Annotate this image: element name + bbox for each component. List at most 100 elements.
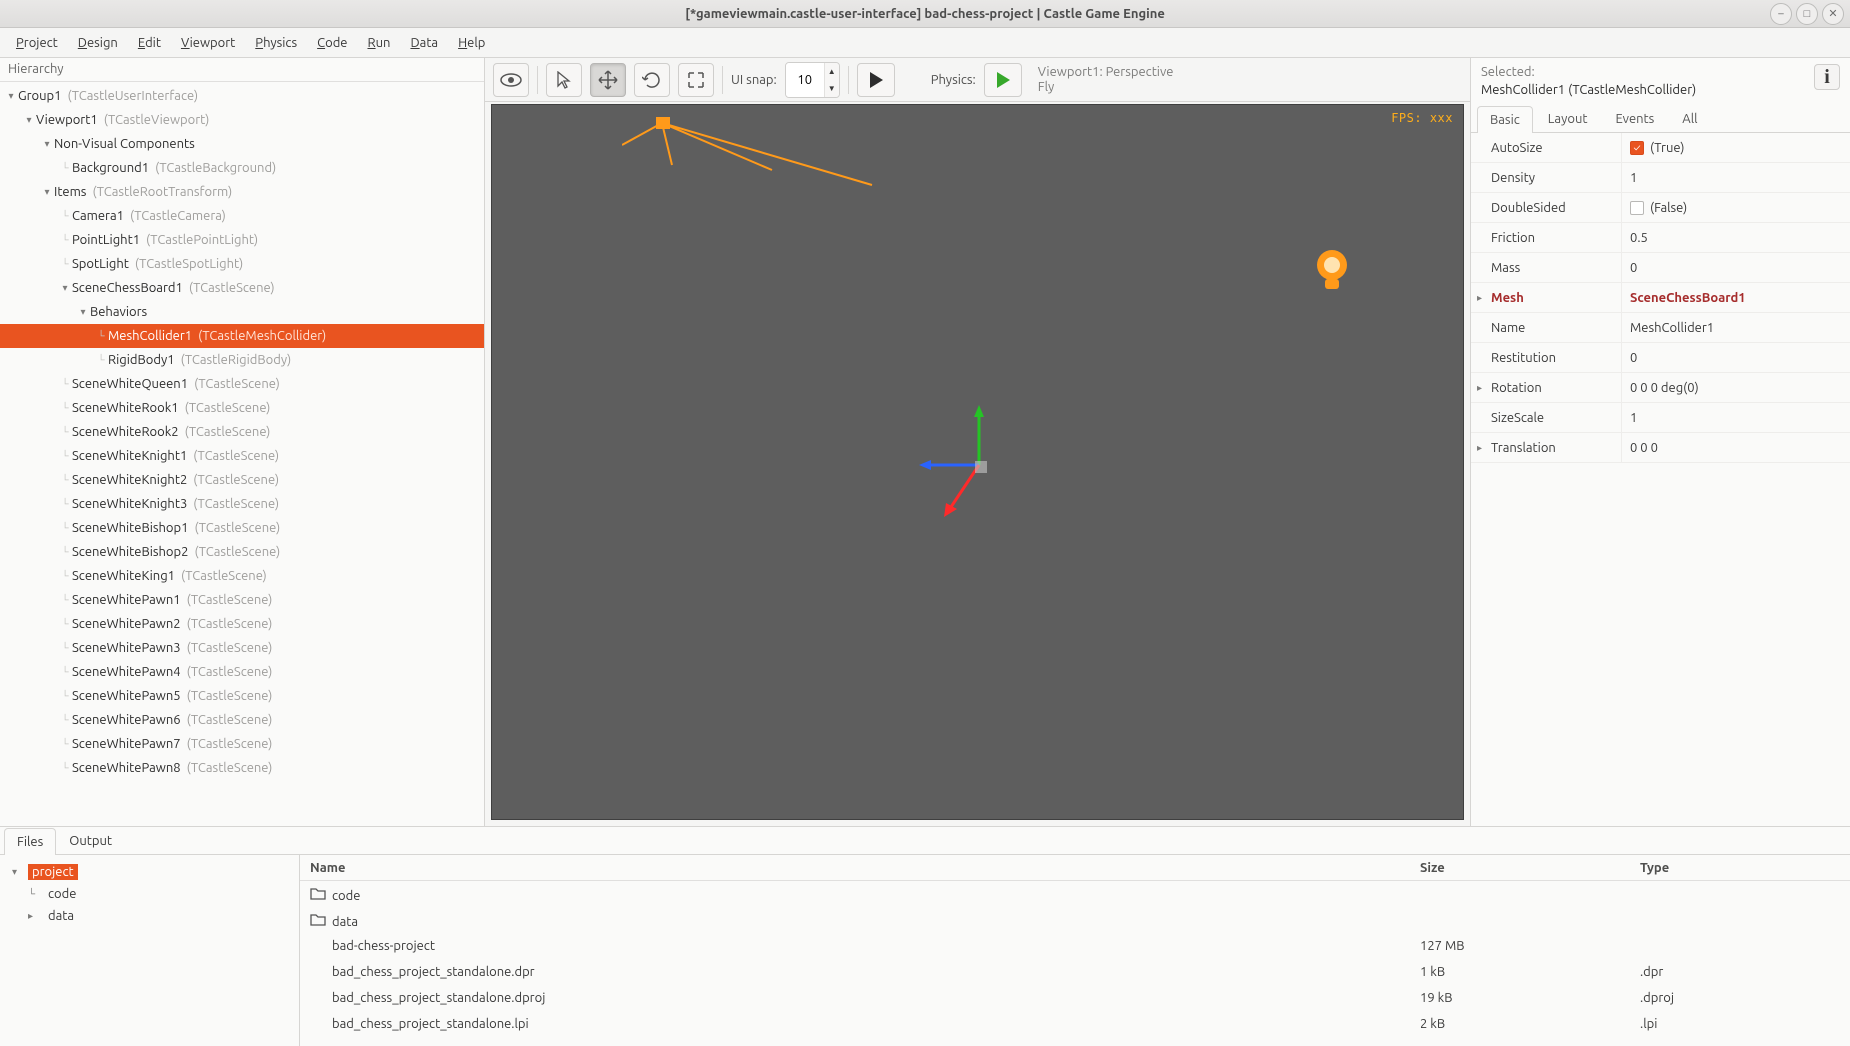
inspector-tab-layout[interactable]: Layout bbox=[1535, 105, 1601, 132]
tree-node-scenewhitequeen1[interactable]: └SceneWhiteQueen1(TCastleScene) bbox=[0, 372, 484, 396]
ui-snap-down[interactable]: ▼ bbox=[825, 80, 839, 97]
prop-autosize[interactable]: AutoSize✓(True) bbox=[1471, 133, 1850, 163]
tree-node-meshcollider1[interactable]: └MeshCollider1(TCastleMeshCollider) bbox=[0, 324, 484, 348]
prop-doublesided[interactable]: DoubleSided(False) bbox=[1471, 193, 1850, 223]
transform-gizmo-icon[interactable] bbox=[919, 405, 1039, 525]
bottom-tab-output[interactable]: Output bbox=[56, 827, 125, 854]
file-row-bad-chess-project-standalone-dproj[interactable]: bad_chess_project_standalone.dproj19 kB.… bbox=[300, 985, 1850, 1011]
prop-sizescale[interactable]: SizeScale1 bbox=[1471, 403, 1850, 433]
prop-rotation[interactable]: ▸Rotation0 0 0 deg(0) bbox=[1471, 373, 1850, 403]
prop-density[interactable]: Density1 bbox=[1471, 163, 1850, 193]
tree-toggle-icon[interactable]: ▾ bbox=[40, 138, 54, 150]
tree-node-viewport1[interactable]: ▾Viewport1(TCastleViewport) bbox=[0, 108, 484, 132]
ui-snap-up[interactable]: ▲ bbox=[825, 63, 839, 80]
tree-node-scenewhiteknight3[interactable]: └SceneWhiteKnight3(TCastleScene) bbox=[0, 492, 484, 516]
viewport-3d[interactable]: FPS: xxx bbox=[491, 104, 1464, 820]
move-tool-button[interactable] bbox=[590, 63, 626, 97]
folder-node-project[interactable]: ▾project bbox=[8, 861, 291, 883]
play-button[interactable] bbox=[857, 63, 895, 97]
tree-toggle-icon[interactable]: ▾ bbox=[4, 90, 18, 102]
menu-data[interactable]: Data bbox=[400, 28, 448, 57]
file-header-size[interactable]: Size bbox=[1410, 861, 1630, 875]
tree-node-scenewhitepawn3[interactable]: └SceneWhitePawn3(TCastleScene) bbox=[0, 636, 484, 660]
scale-tool-button[interactable] bbox=[678, 63, 714, 97]
tree-node-scenewhitepawn7[interactable]: └SceneWhitePawn7(TCastleScene) bbox=[0, 732, 484, 756]
visibility-toggle-button[interactable] bbox=[493, 63, 529, 97]
menu-run[interactable]: Run bbox=[357, 28, 400, 57]
tree-toggle-icon[interactable]: ▾ bbox=[58, 282, 72, 294]
bottom-tab-files[interactable]: Files bbox=[4, 828, 56, 855]
tree-node-background1[interactable]: └Background1(TCastleBackground) bbox=[0, 156, 484, 180]
tree-node-items[interactable]: ▾Items(TCastleRootTransform) bbox=[0, 180, 484, 204]
minimize-button[interactable]: – bbox=[1770, 3, 1792, 25]
tree-node-non-visual components[interactable]: ▾Non-Visual Components bbox=[0, 132, 484, 156]
ui-snap-field[interactable]: ▲▼ bbox=[785, 62, 840, 98]
menubar: ProjectDesignEditViewportPhysicsCodeRunD… bbox=[0, 28, 1850, 58]
prop-mass[interactable]: Mass0 bbox=[1471, 253, 1850, 283]
tree-node-scenewhiterook1[interactable]: └SceneWhiteRook1(TCastleScene) bbox=[0, 396, 484, 420]
menu-edit[interactable]: Edit bbox=[128, 28, 171, 57]
tree-node-scenewhitepawn4[interactable]: └SceneWhitePawn4(TCastleScene) bbox=[0, 660, 484, 684]
tree-node-behaviors[interactable]: ▾Behaviors bbox=[0, 300, 484, 324]
tree-node-scenewhiteknight1[interactable]: └SceneWhiteKnight1(TCastleScene) bbox=[0, 444, 484, 468]
prop-translation[interactable]: ▸Translation0 0 0 bbox=[1471, 433, 1850, 463]
property-grid[interactable]: AutoSize✓(True)Density1DoubleSided(False… bbox=[1471, 133, 1850, 826]
ui-snap-input[interactable] bbox=[786, 63, 824, 97]
play-icon bbox=[868, 71, 884, 89]
file-row-bad-chess-project-standalone-lpi[interactable]: bad_chess_project_standalone.lpi2 kB.lpi bbox=[300, 1011, 1850, 1037]
prop-friction[interactable]: Friction0.5 bbox=[1471, 223, 1850, 253]
tree-node-scenechessboard1[interactable]: ▾SceneChessBoard1(TCastleScene) bbox=[0, 276, 484, 300]
folder-tree[interactable]: ▾project└code▸data bbox=[0, 855, 300, 1046]
tree-node-scenewhitebishop2[interactable]: └SceneWhiteBishop2(TCastleScene) bbox=[0, 540, 484, 564]
tree-toggle-icon[interactable]: ▾ bbox=[40, 186, 54, 198]
file-row-bad-chess-project-standalone-dpr[interactable]: bad_chess_project_standalone.dpr1 kB.dpr bbox=[300, 959, 1850, 985]
tree-node-camera1[interactable]: └Camera1(TCastleCamera) bbox=[0, 204, 484, 228]
inspector-tab-basic[interactable]: Basic bbox=[1477, 106, 1533, 133]
menu-help[interactable]: Help bbox=[448, 28, 495, 57]
checkbox-icon[interactable] bbox=[1630, 201, 1644, 215]
file-row-bad-chess-project[interactable]: bad-chess-project127 MB bbox=[300, 933, 1850, 959]
tree-node-scenewhiteking1[interactable]: └SceneWhiteKing1(TCastleScene) bbox=[0, 564, 484, 588]
info-button[interactable]: i bbox=[1814, 64, 1840, 90]
tree-node-spotlight[interactable]: └SpotLight(TCastleSpotLight) bbox=[0, 252, 484, 276]
file-rows[interactable]: codedatabad-chess-project127 MBbad_chess… bbox=[300, 881, 1850, 1046]
tree-node-scenewhitepawn5[interactable]: └SceneWhitePawn5(TCastleScene) bbox=[0, 684, 484, 708]
menu-viewport[interactable]: Viewport bbox=[171, 28, 245, 57]
inspector-tab-all[interactable]: All bbox=[1669, 105, 1710, 132]
menu-code[interactable]: Code bbox=[307, 28, 357, 57]
selected-label: Selected: bbox=[1481, 64, 1814, 82]
folder-node-code[interactable]: └code bbox=[8, 883, 291, 905]
maximize-button[interactable]: □ bbox=[1796, 3, 1818, 25]
tree-node-group1[interactable]: ▾Group1(TCastleUserInterface) bbox=[0, 84, 484, 108]
tree-node-pointlight1[interactable]: └PointLight1(TCastlePointLight) bbox=[0, 228, 484, 252]
physics-play-button[interactable] bbox=[984, 63, 1022, 97]
tree-toggle-icon[interactable]: ▾ bbox=[22, 114, 36, 126]
file-header-type[interactable]: Type bbox=[1630, 861, 1850, 875]
selected-value: MeshCollider1 (TCastleMeshCollider) bbox=[1481, 82, 1814, 100]
prop-name[interactable]: NameMeshCollider1 bbox=[1471, 313, 1850, 343]
tree-node-scenewhitepawn2[interactable]: └SceneWhitePawn2(TCastleScene) bbox=[0, 612, 484, 636]
menu-physics[interactable]: Physics bbox=[245, 28, 307, 57]
checkbox-icon[interactable]: ✓ bbox=[1630, 141, 1644, 155]
tree-toggle-icon[interactable]: ▾ bbox=[76, 306, 90, 318]
file-row-code[interactable]: code bbox=[300, 881, 1850, 907]
tree-node-scenewhitepawn8[interactable]: └SceneWhitePawn8(TCastleScene) bbox=[0, 756, 484, 780]
hierarchy-tree[interactable]: ▾Group1(TCastleUserInterface)▾Viewport1(… bbox=[0, 82, 484, 826]
menu-project[interactable]: Project bbox=[6, 28, 68, 57]
file-header-name[interactable]: Name bbox=[300, 861, 1410, 875]
inspector-tab-events[interactable]: Events bbox=[1602, 105, 1667, 132]
select-tool-button[interactable] bbox=[546, 63, 582, 97]
tree-node-scenewhitepawn1[interactable]: └SceneWhitePawn1(TCastleScene) bbox=[0, 588, 484, 612]
prop-restitution[interactable]: Restitution0 bbox=[1471, 343, 1850, 373]
rotate-tool-button[interactable] bbox=[634, 63, 670, 97]
tree-node-scenewhitebishop1[interactable]: └SceneWhiteBishop1(TCastleScene) bbox=[0, 516, 484, 540]
tree-node-rigidbody1[interactable]: └RigidBody1(TCastleRigidBody) bbox=[0, 348, 484, 372]
tree-node-scenewhiteknight2[interactable]: └SceneWhiteKnight2(TCastleScene) bbox=[0, 468, 484, 492]
file-row-data[interactable]: data bbox=[300, 907, 1850, 933]
tree-node-scenewhitepawn6[interactable]: └SceneWhitePawn6(TCastleScene) bbox=[0, 708, 484, 732]
close-button[interactable]: ✕ bbox=[1822, 3, 1844, 25]
tree-node-scenewhiterook2[interactable]: └SceneWhiteRook2(TCastleScene) bbox=[0, 420, 484, 444]
prop-mesh[interactable]: ▸MeshSceneChessBoard1 bbox=[1471, 283, 1850, 313]
menu-design[interactable]: Design bbox=[68, 28, 128, 57]
folder-node-data[interactable]: ▸data bbox=[8, 905, 291, 927]
